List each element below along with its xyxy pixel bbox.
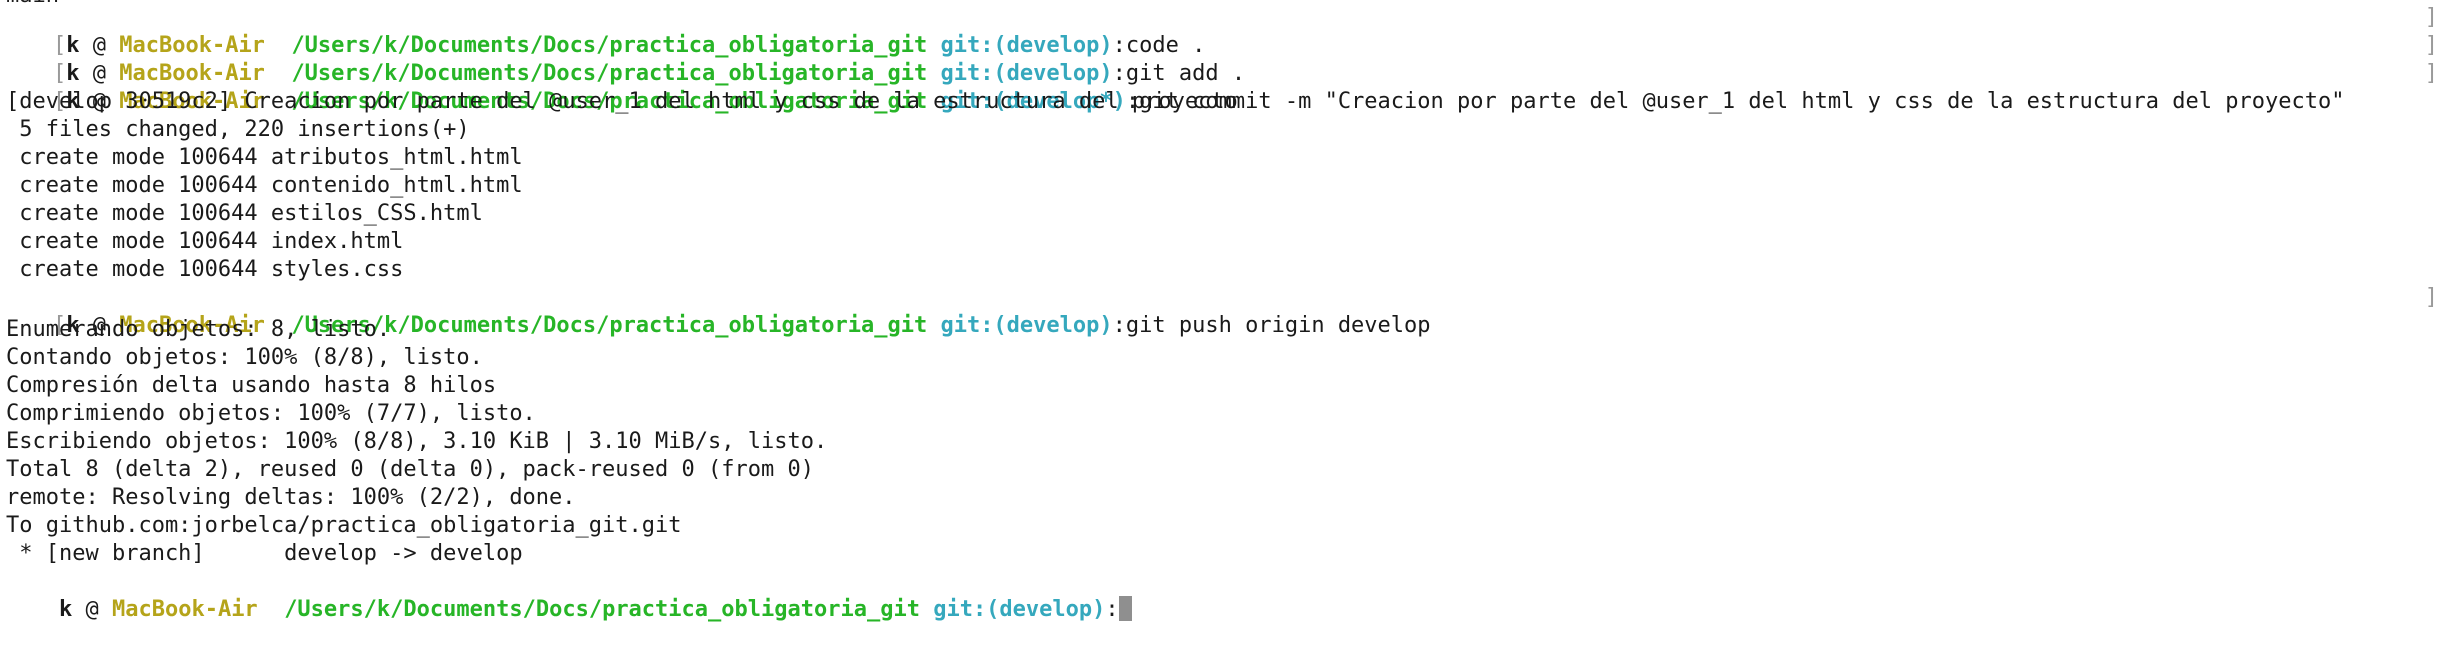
output-line: 5 files changed, 220 insertions(+) (6, 117, 470, 142)
output-line: create mode 100644 contenido_html.html (6, 173, 523, 198)
output-line: Escribiendo objetos: 100% (8/8), 3.10 Ki… (6, 429, 828, 454)
prompt-line: [k @ MacBook-Air /Users/k/Documents/Docs… (0, 32, 1245, 86)
prompt-right-marker: ] (2424, 61, 2438, 86)
current-prompt-line[interactable]: k @ MacBook-Air /Users/k/Documents/Docs/… (6, 568, 1132, 622)
output-line: create mode 100644 atributos_html.html (6, 145, 523, 170)
output-line: To github.com:jorbelca/practica_obligato… (6, 513, 682, 538)
prompt-at: @ (85, 597, 99, 622)
output-line: Comprimiendo objetos: 100% (7/7), listo. (6, 401, 536, 426)
prompt-host: MacBook-Air (111, 597, 258, 622)
output-line: remote: Resolving deltas: 100% (2/2), do… (6, 485, 576, 510)
prompt-user: k (58, 597, 73, 622)
prompt-line: [k @ MacBook-Air /Users/k/Documents/Docs… (0, 284, 1431, 338)
output-line: Contando objetos: 100% (8/8), listo. (6, 345, 483, 370)
prompt-git-branch: git:(develop) (933, 597, 1106, 622)
prompt-path: /Users/k/Documents/Docs/practica_obligat… (284, 597, 920, 622)
output-line: * [new branch] develop -> develop (6, 541, 523, 566)
command-text: git commit -m "Creacion por parte del @u… (1139, 89, 2345, 114)
output-line: [develop 30519c2] Creacion por parte del… (6, 89, 1238, 114)
command-text: git push origin develop (1125, 313, 1431, 338)
prompt-line: [k @ MacBook-Air /Users/k/Documents/Docs… (0, 60, 2344, 114)
output-line: create mode 100644 index.html (6, 229, 404, 254)
prompt-right-marker: ] (2424, 285, 2438, 310)
prompt-right-marker: ] (2424, 5, 2438, 30)
output-line: Compresión delta usando hasta 8 hilos (6, 373, 497, 398)
prompt-separator: : (1112, 313, 1126, 338)
prompt-line: [k @ MacBook-Air /Users/k/Documents/Docs… (0, 4, 1205, 58)
output-line: Total 8 (delta 2), reused 0 (delta 0), p… (6, 457, 814, 482)
terminal-window[interactable]: main [k @ MacBook-Air /Users/k/Documents… (0, 0, 2444, 646)
output-line: create mode 100644 styles.css (6, 257, 404, 282)
output-line: create mode 100644 estilos_CSS.html (6, 201, 483, 226)
text-cursor[interactable] (1118, 596, 1132, 621)
prompt-git-branch: git:(develop) (940, 313, 1113, 338)
prompt-right-marker: ] (2424, 33, 2438, 58)
prompt-separator: : (1105, 597, 1119, 622)
output-line: Enumerando objetos: 8, listo. (6, 317, 391, 342)
